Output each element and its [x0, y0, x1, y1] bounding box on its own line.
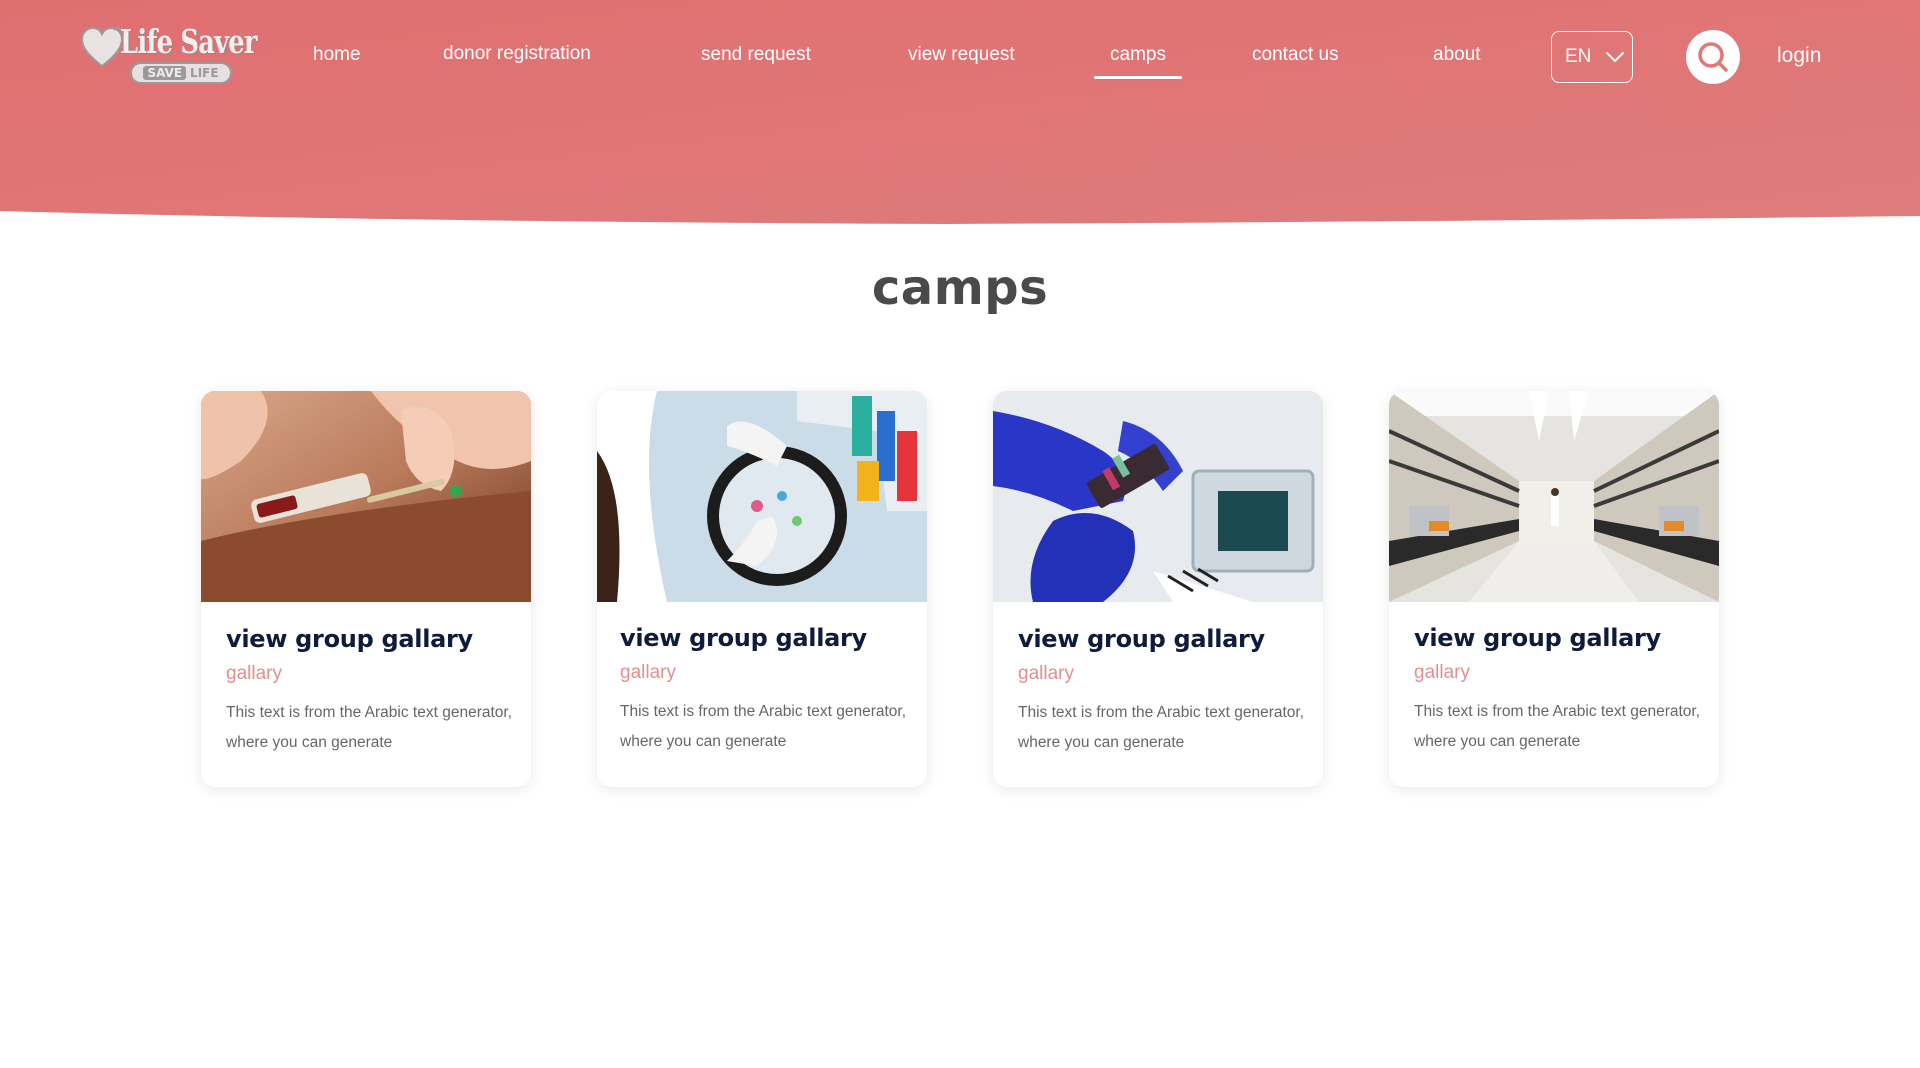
- nav-item-camps[interactable]: camps: [1094, 44, 1182, 79]
- language-value: EN: [1565, 46, 1592, 67]
- camp-card[interactable]: view group gallary gallary This text is …: [201, 391, 531, 787]
- lab-ice-bucket-photo: [597, 391, 927, 602]
- card-subtitle: gallary: [226, 663, 282, 684]
- camp-card[interactable]: view group gallary gallary This text is …: [993, 391, 1323, 787]
- search-button[interactable]: [1686, 30, 1740, 84]
- chevron-down-icon: [1606, 52, 1625, 62]
- page-title: camps: [871, 260, 1049, 316]
- login-link[interactable]: login: [1777, 44, 1821, 68]
- gloved-hands-test-strip-photo: [993, 391, 1323, 602]
- card-description: This text is from the Arabic text genera…: [1018, 704, 1305, 751]
- brand-name: Life Saver: [120, 22, 257, 61]
- card-title: view group gallary: [620, 624, 867, 652]
- card-description: This text is from the Arabic text genera…: [226, 704, 513, 751]
- card-subtitle: gallary: [1414, 662, 1470, 683]
- brand-badge-right: LIFE: [190, 66, 219, 80]
- nav-item-donor-registration[interactable]: donor registration: [443, 43, 591, 65]
- nav-item-view-request[interactable]: view request: [908, 44, 1015, 66]
- nav-item-send-request[interactable]: send request: [701, 44, 811, 66]
- camp-card[interactable]: view group gallary gallary This text is …: [1389, 391, 1719, 787]
- laboratory-room-photo: [1389, 391, 1719, 602]
- card-subtitle: gallary: [620, 662, 676, 683]
- card-title: view group gallary: [226, 625, 473, 653]
- card-subtitle: gallary: [1018, 663, 1074, 684]
- card-title: view group gallary: [1414, 624, 1661, 652]
- brand-badge-left: SAVE: [143, 66, 187, 80]
- nav-item-about[interactable]: about: [1433, 44, 1481, 66]
- search-icon: [1698, 42, 1728, 72]
- blood-draw-photo: [201, 391, 531, 602]
- language-selector[interactable]: EN: [1551, 31, 1633, 83]
- nav-item-home[interactable]: home: [313, 44, 361, 66]
- brand-badge: SAVE LIFE: [130, 62, 232, 84]
- site-header: Life Saver SAVE LIFE home donor registra…: [0, 0, 1920, 230]
- card-title: view group gallary: [1018, 625, 1265, 653]
- card-description: This text is from the Arabic text genera…: [1414, 703, 1701, 750]
- nav-item-contact-us[interactable]: contact us: [1252, 44, 1339, 66]
- brand-logo[interactable]: Life Saver SAVE LIFE: [80, 22, 257, 92]
- camp-card[interactable]: view group gallary gallary This text is …: [597, 391, 927, 787]
- card-description: This text is from the Arabic text genera…: [620, 703, 907, 750]
